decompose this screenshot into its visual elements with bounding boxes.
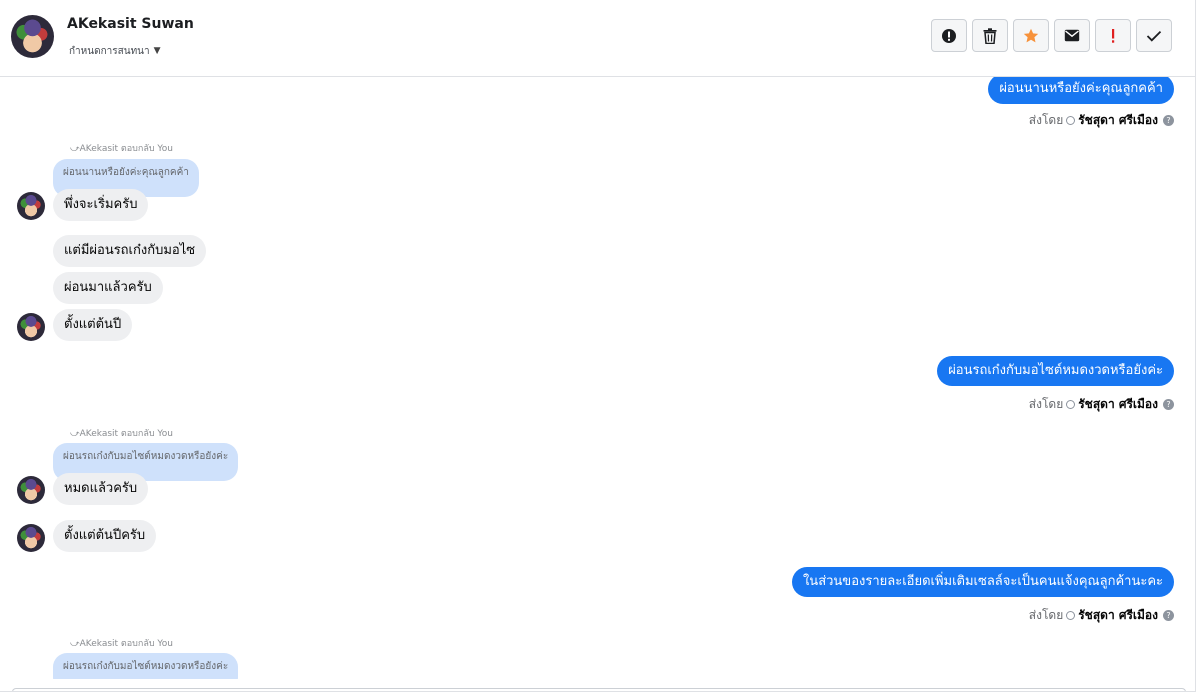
contact-avatar-small — [17, 192, 45, 220]
sent-by-label: ส่งโดย — [1028, 608, 1064, 622]
mark-unread-button[interactable] — [1054, 19, 1090, 52]
message-composer[interactable] — [12, 688, 1186, 691]
sent-by-row: ส่งโดย รัชสุดา ศรีเมือง ? — [1029, 606, 1174, 625]
agent-icon — [1066, 611, 1076, 620]
reply-label-text: AKekasit ตอบกลับ You — [79, 639, 173, 649]
sender-name: รัชสุดา ศรีเมือง — [1078, 397, 1158, 411]
mail-icon — [1064, 29, 1080, 42]
check-icon — [1146, 30, 1162, 42]
reply-arrow-icon: ⤻ — [70, 144, 80, 154]
incoming-message[interactable]: ตั้งแต่ต้นปี — [53, 309, 133, 341]
incoming-message[interactable]: ผ่อนมาแล้วครับ — [53, 272, 163, 304]
help-icon[interactable]: ? — [1163, 399, 1174, 410]
agent-icon — [1066, 400, 1076, 409]
delete-button[interactable] — [972, 19, 1008, 52]
outgoing-message[interactable]: ผ่อนนานหรือยังค่ะคุณลูกคค้า — [988, 77, 1174, 104]
sender-name: รัชสุดา ศรีเมือง — [1078, 113, 1158, 127]
help-icon[interactable]: ? — [1163, 610, 1174, 621]
contact-name[interactable]: AKekasit Suwan — [67, 16, 194, 32]
contact-avatar[interactable] — [11, 15, 54, 58]
important-button[interactable] — [1095, 19, 1131, 52]
help-icon[interactable]: ? — [1163, 115, 1174, 126]
incoming-message[interactable]: ตั้งแต่ต้นปีครับ — [53, 520, 157, 552]
reply-label: ⤻AKekasit ตอบกลับ You — [70, 636, 173, 650]
reply-label-text: AKekasit ตอบกลับ You — [79, 429, 173, 439]
reply-label: ⤻AKekasit ตอบกลับ You — [70, 141, 173, 155]
spam-icon — [942, 28, 956, 43]
sent-by-row: ส่งโดย รัชสุดา ศรีเมือง ? — [1029, 395, 1174, 414]
contact-avatar-small — [17, 313, 45, 341]
reply-label-text: AKekasit ตอบกลับ You — [79, 144, 173, 154]
sent-by-label: ส่งโดย — [1028, 397, 1064, 411]
mark-done-button[interactable] — [1136, 19, 1172, 52]
spam-button[interactable] — [931, 19, 967, 52]
conversation-status-dropdown[interactable]: กำหนดการสนทนา ▼ — [69, 45, 161, 57]
incoming-message[interactable]: หมดแล้วครับ — [53, 473, 149, 505]
agent-icon — [1066, 116, 1076, 125]
conversation-panel: AKekasit Suwan กำหนดการสนทนา ▼ ผ่อนนานหร… — [0, 0, 1196, 692]
reply-arrow-icon: ⤻ — [70, 639, 80, 649]
conversation-header: AKekasit Suwan กำหนดการสนทนา ▼ — [0, 0, 1195, 77]
sent-by-label: ส่งโดย — [1028, 113, 1064, 127]
incoming-message[interactable]: แต่มีผ่อนรถเก๋งกับมอไซ — [53, 235, 207, 267]
outgoing-message[interactable]: ผ่อนรถเก๋งกับมอไซต์หมดงวดหรือยังค่ะ — [937, 356, 1174, 386]
trash-icon — [983, 27, 997, 44]
incoming-message[interactable]: พึ่งจะเริ่มครับ — [53, 189, 149, 221]
sender-name: รัชสุดา ศรีเมือง — [1078, 608, 1158, 622]
conversation-status-label: กำหนดการสนทนา — [69, 45, 150, 57]
sent-by-row: ส่งโดย รัชสุดา ศรีเมือง ? — [1029, 111, 1174, 130]
toolbar — [931, 19, 1172, 52]
contact-avatar-small — [17, 476, 45, 504]
caret-down-icon: ▼ — [153, 46, 161, 56]
star-icon — [1023, 28, 1039, 42]
outgoing-message[interactable]: ในส่วนของรายละเอียดเพิ่มเติมเซลล์จะเป็นค… — [791, 567, 1174, 597]
important-icon — [1112, 28, 1115, 43]
reply-label: ⤻AKekasit ตอบกลับ You — [70, 426, 173, 440]
star-button[interactable] — [1013, 19, 1049, 52]
quoted-message[interactable]: ผ่อนรถเก๋งกับมอไซต์หมดงวดหรือยังค่ะ — [53, 653, 239, 679]
reply-arrow-icon: ⤻ — [70, 429, 80, 439]
contact-avatar-small — [17, 524, 45, 552]
message-list[interactable]: ผ่อนนานหรือยังค่ะคุณลูกคค้า ส่งโดย รัชสุ… — [0, 77, 1195, 679]
